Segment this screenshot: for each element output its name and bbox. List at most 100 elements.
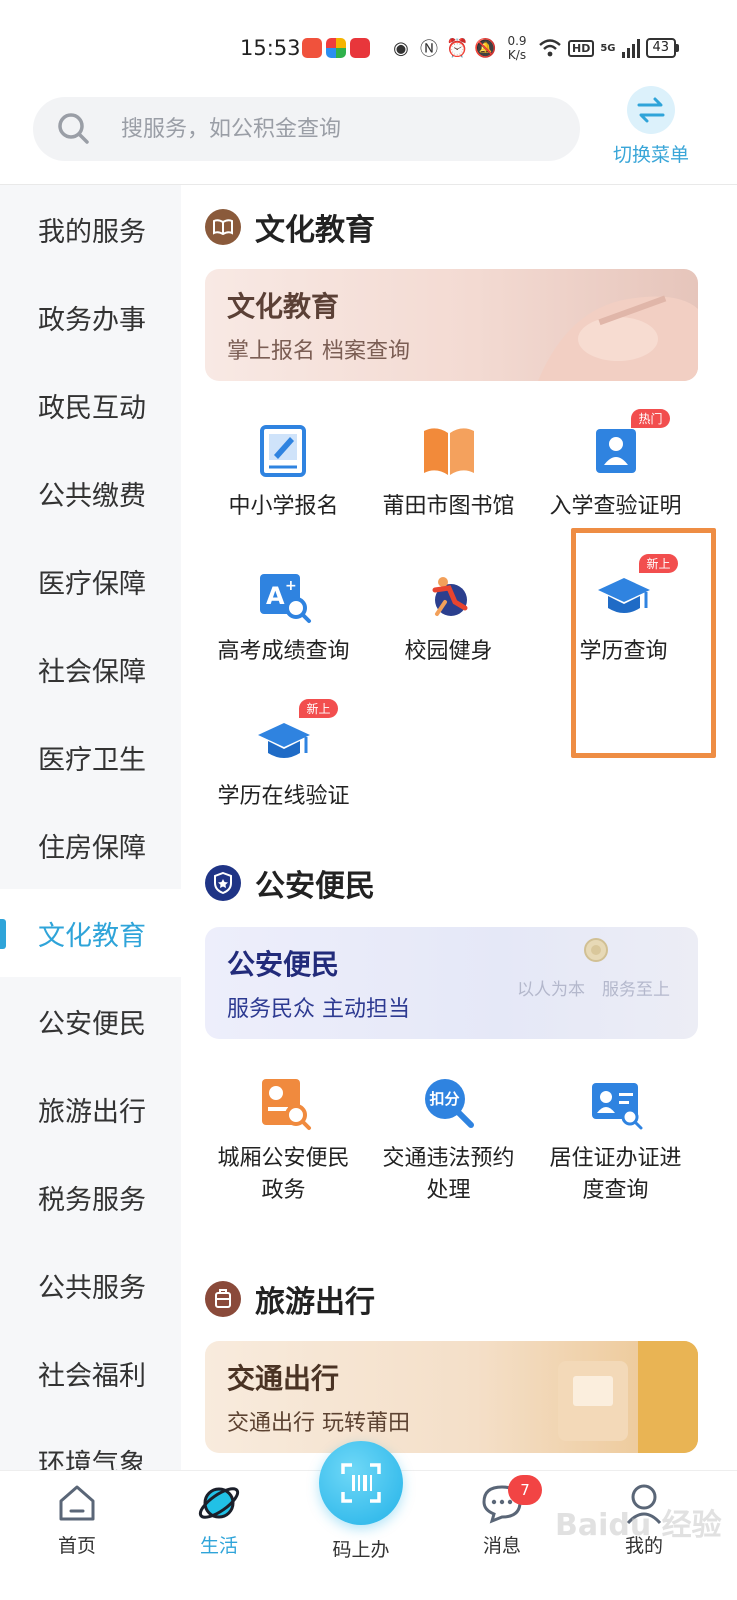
banner-title: 交通出行	[227, 1362, 340, 1395]
service-enrollment-certificate[interactable]: 热门 入学查验证明	[528, 409, 703, 523]
sidebar-item-travel[interactable]: 旅游出行	[0, 1065, 181, 1153]
new-badge: 新上	[299, 699, 338, 718]
app-notification-icon	[302, 38, 322, 58]
network-speed-value: 0.9	[507, 34, 527, 48]
nav-messages[interactable]: 7 消息	[452, 1475, 552, 1558]
app-notification-icon	[326, 38, 346, 58]
nav-label: 码上办	[332, 1539, 390, 1561]
service-label: 学历在线验证	[217, 784, 350, 809]
banner-subtitle: 服务民众 主动担当	[227, 997, 410, 1022]
section-header-culture: 文化教育	[205, 205, 375, 249]
planet-icon	[198, 1487, 240, 1519]
form-icon	[256, 423, 312, 479]
scan-code-button[interactable]	[319, 1441, 403, 1525]
network-speed: 0.9 K/s	[502, 34, 532, 62]
service-label: 高考成绩查询	[217, 639, 350, 664]
sidebar-item-medical-insurance[interactable]: 医疗保障	[0, 537, 181, 625]
sidebar-item-welfare[interactable]: 社会福利	[0, 1329, 181, 1417]
sidebar-item-environment[interactable]: 环境气象	[0, 1417, 181, 1471]
battery-icon: 43	[645, 38, 680, 58]
section-title: 文化教育	[255, 213, 375, 248]
nav-label: 生活	[199, 1535, 238, 1557]
section-title: 旅游出行	[255, 1285, 375, 1320]
sidebar-item-public-payment[interactable]: 公共缴费	[0, 449, 181, 537]
battery-level: 43	[645, 38, 677, 58]
service-primary-school-enrollment[interactable]: 中小学报名	[196, 423, 371, 523]
banner-subtitle: 掌上报名 档案查询	[227, 339, 410, 364]
culture-banner[interactable]: 文化教育 掌上报名 档案查询	[205, 269, 698, 381]
certificate-icon: 热门	[588, 409, 670, 479]
switch-icon	[627, 86, 675, 134]
service-label-line1: 城厢公安便民	[217, 1146, 350, 1171]
service-label: 校园健身	[404, 639, 493, 664]
service-content: 文化教育 文化教育 掌上报名 档案查询 中小学报名 莆田市图书馆 热门 入学查验…	[181, 185, 737, 1470]
sidebar-item-citizen-interaction[interactable]: 政民互动	[0, 361, 181, 449]
sidebar-item-police[interactable]: 公安便民	[0, 977, 181, 1065]
nav-label: 首页	[57, 1535, 96, 1557]
nav-home[interactable]: 首页	[27, 1481, 127, 1558]
mute-icon: 🔕	[474, 37, 497, 59]
search-icon	[53, 108, 95, 150]
signal-icon	[621, 38, 640, 58]
service-traffic-violation[interactable]: 扣分 交通违法预约 处理	[361, 1075, 536, 1207]
sidebar-item-healthcare[interactable]: 医疗卫生	[0, 713, 181, 801]
deduction-icon-text: 扣分	[429, 1090, 460, 1108]
sidebar-item-public-services[interactable]: 公共服务	[0, 1241, 181, 1329]
score-icon: A +	[256, 568, 312, 624]
app-screen: 15:53 ◉ Ⓝ ⏰ 🔕 0.9 K/s HD 5G 43 搜服务，如公积金查…	[0, 0, 737, 1600]
status-bar: 15:53 ◉ Ⓝ ⏰ 🔕 0.9 K/s HD 5G 43	[0, 0, 737, 95]
banner-illustration	[558, 1341, 698, 1453]
service-gaokao-score[interactable]: A + 高考成绩查询	[196, 568, 371, 668]
search-bar[interactable]	[33, 97, 580, 161]
highlight-annotation-box	[571, 528, 716, 758]
service-label-line2: 处理	[426, 1178, 471, 1203]
sidebar-item-culture-education[interactable]: 文化教育	[0, 889, 181, 977]
section-title: 公安便民	[255, 869, 375, 904]
section-header-police: 公安便民	[205, 861, 375, 905]
deduction-icon: 扣分	[421, 1075, 477, 1131]
sidebar-item-government-affairs[interactable]: 政务办事	[0, 273, 181, 361]
service-label-line2: 度查询	[582, 1178, 649, 1203]
eye-icon: ◉	[393, 37, 409, 59]
luggage-section-icon	[205, 1281, 241, 1317]
app-notification-icon	[350, 38, 370, 58]
nav-life[interactable]: 生活	[169, 1481, 269, 1558]
police-badge-icon	[205, 865, 241, 901]
status-time: 15:53	[240, 36, 301, 60]
service-residence-permit[interactable]: 居住证办证进 度查询	[528, 1075, 703, 1207]
sidebar-item-tax[interactable]: 税务服务	[0, 1153, 181, 1241]
service-label: 居住证办证进 度查询	[549, 1143, 681, 1207]
service-label: 交通违法预约 处理	[382, 1143, 514, 1207]
fitness-icon	[421, 568, 477, 624]
banner-slogan: 以人为本 服务至上	[517, 980, 670, 1000]
sidebar-item-housing[interactable]: 住房保障	[0, 801, 181, 889]
message-count-badge: 7	[508, 1475, 542, 1505]
nfc-icon: Ⓝ	[420, 39, 438, 60]
residence-card-icon	[588, 1075, 644, 1131]
service-education-online-verify[interactable]: 新上 学历在线验证	[196, 699, 371, 813]
status-system-icons: ◉ Ⓝ ⏰ 🔕 0.9 K/s HD 5G 43	[390, 34, 680, 62]
service-label-line1: 居住证办证进	[549, 1146, 682, 1171]
service-label: 城厢公安便民 政务	[217, 1143, 349, 1207]
wifi-icon	[539, 39, 561, 57]
book-icon	[421, 423, 477, 479]
network-speed-unit: K/s	[507, 48, 527, 62]
banner-title: 文化教育	[227, 290, 340, 323]
service-putian-library[interactable]: 莆田市图书馆	[361, 423, 536, 523]
network-type: 5G	[600, 42, 616, 54]
service-label-line2: 政务	[261, 1178, 306, 1203]
service-label: 莆田市图书馆	[382, 494, 515, 519]
service-label-line1: 交通违法预约	[382, 1146, 515, 1171]
switch-menu-button[interactable]: 切换菜单	[606, 86, 696, 170]
status-app-icons	[302, 38, 370, 58]
nav-label: 消息	[482, 1535, 521, 1557]
travel-banner[interactable]: 交通出行 交通出行 玩转莆田	[205, 1341, 698, 1453]
svg-text:A: A	[266, 582, 285, 610]
sidebar-item-my-services[interactable]: 我的服务	[0, 185, 181, 273]
watermark: Baidu 经验	[555, 1508, 722, 1543]
sidebar-item-social-security[interactable]: 社会保障	[0, 625, 181, 713]
search-input[interactable]	[121, 116, 541, 142]
police-banner[interactable]: 公安便民 服务民众 主动担当 以人为本 服务至上	[205, 927, 698, 1039]
service-chengxiang-police[interactable]: 城厢公安便民 政务	[196, 1075, 371, 1207]
service-campus-fitness[interactable]: 校园健身	[361, 568, 536, 668]
